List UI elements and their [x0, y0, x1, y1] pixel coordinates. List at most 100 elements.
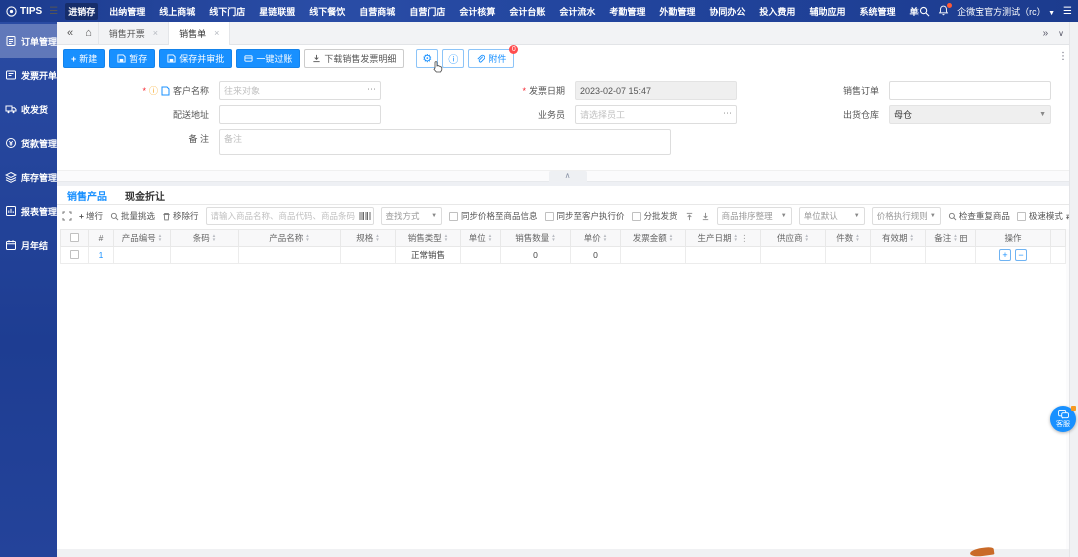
- sync-customer-checkbox[interactable]: 同步至客户执行价: [544, 210, 625, 222]
- topnav-item[interactable]: 会计流水: [556, 3, 598, 20]
- sort-icon[interactable]: ▲ ▼: [603, 234, 607, 243]
- col-header-production-date[interactable]: 生产日期 ▲ ▼ ⋮: [685, 229, 761, 248]
- cell-product-code[interactable]: [113, 246, 171, 265]
- column-menu-icon[interactable]: ⋮: [740, 233, 749, 244]
- cell-price[interactable]: 0: [570, 246, 621, 265]
- sort-icon[interactable]: ▲ ▼: [734, 234, 738, 243]
- salesman-input[interactable]: [575, 105, 737, 124]
- sort-icon[interactable]: ▲ ▼: [158, 234, 162, 243]
- sidebar-item-report-management[interactable]: 报表管理: [0, 194, 57, 228]
- topnav-item[interactable]: 线上商城: [156, 3, 198, 20]
- save-approve-button[interactable]: 保存并审批: [159, 49, 233, 68]
- collapse-form-button[interactable]: ∧: [548, 170, 587, 182]
- notification-bell[interactable]: [938, 2, 953, 18]
- sort-icon[interactable]: ▲ ▼: [444, 234, 448, 243]
- move-top-icon[interactable]: [685, 212, 694, 221]
- topnav-item[interactable]: 星链联盟: [256, 3, 298, 20]
- topnav-item[interactable]: 考勤管理: [606, 3, 648, 20]
- col-header-product-code[interactable]: 产品编号 ▲ ▼: [113, 229, 171, 248]
- col-header-price[interactable]: 单价 ▲ ▼: [570, 229, 621, 248]
- invoice-date-input[interactable]: [575, 81, 737, 100]
- row-checkbox[interactable]: [70, 249, 79, 259]
- col-header-invoice-amount[interactable]: 发票金额 ▲ ▼: [620, 229, 686, 248]
- move-bottom-icon[interactable]: [701, 212, 710, 221]
- salesman-picker-icon[interactable]: ⋯: [723, 108, 733, 119]
- hamburger-icon[interactable]: ☰: [49, 6, 58, 17]
- topnav-item[interactable]: 协同办公: [706, 3, 748, 20]
- topnav-item[interactable]: 出纳管理: [106, 3, 148, 20]
- remark-textarea[interactable]: [219, 129, 671, 155]
- info-button[interactable]: ⓘ: [442, 49, 465, 68]
- barcode-icon[interactable]: [359, 211, 371, 221]
- customer-doc-icon[interactable]: [161, 86, 170, 96]
- page-scrollbar[interactable]: [1069, 22, 1078, 557]
- sidebar-item-order-management[interactable]: 订单管理: [0, 24, 57, 58]
- cell-supplier[interactable]: [760, 246, 826, 265]
- col-header-remark[interactable]: 备注 ▲ ▼: [925, 229, 976, 248]
- sidebar-item-receive-ship[interactable]: 收发货: [0, 92, 57, 126]
- sort-icon[interactable]: ▲ ▼: [488, 234, 492, 243]
- sort-icon[interactable]: ▲ ▼: [551, 234, 555, 243]
- sort-icon[interactable]: ▲ ▼: [910, 234, 914, 243]
- col-header-pieces[interactable]: 件数 ▲ ▼: [825, 229, 871, 248]
- topnav-item[interactable]: 会计核算: [456, 3, 498, 20]
- address-input[interactable]: [219, 105, 381, 124]
- sort-icon[interactable]: ▲ ▼: [805, 234, 809, 243]
- sort-manage-select[interactable]: 商品排序整理 ▼: [716, 207, 792, 226]
- right-hamburger-icon[interactable]: ☰: [1063, 6, 1072, 17]
- col-header-unit[interactable]: 单位 ▲ ▼: [460, 229, 501, 248]
- warehouse-select[interactable]: 母仓 ▼: [889, 105, 1051, 124]
- unit-default-select[interactable]: 单位默认 ▼: [798, 207, 865, 226]
- cell-production-date[interactable]: [685, 246, 761, 265]
- col-header-spec[interactable]: 规格 ▲ ▼: [340, 229, 396, 248]
- col-header-product-name[interactable]: 产品名称 ▲ ▼: [238, 229, 341, 248]
- attachment-button[interactable]: 附件 0: [468, 45, 519, 68]
- search-icon[interactable]: [919, 6, 930, 17]
- grid-settings-icon[interactable]: [959, 234, 967, 242]
- topnav-item[interactable]: 系统管理: [856, 3, 898, 20]
- check-duplicate-button[interactable]: 检查重复商品: [948, 210, 1010, 222]
- batch-ship-checkbox[interactable]: 分批发货: [631, 210, 678, 222]
- home-icon[interactable]: ⌂: [79, 27, 98, 39]
- sort-icon[interactable]: ▲ ▼: [953, 234, 957, 243]
- customer-picker-icon[interactable]: ⋯: [367, 84, 377, 95]
- cell-expiry[interactable]: [870, 246, 926, 265]
- sidebar-item-inventory-management[interactable]: 库存管理: [0, 160, 57, 194]
- topnav-item[interactable]: 会计台账: [506, 3, 548, 20]
- topnav-item[interactable]: 线下门店: [206, 3, 248, 20]
- topnav-item-active[interactable]: 进销存: [65, 2, 99, 20]
- sort-icon[interactable]: ▲ ▼: [375, 234, 379, 243]
- cell-sale-type[interactable]: 正常销售: [395, 246, 461, 265]
- select-all-checkbox[interactable]: [70, 232, 79, 242]
- col-header-sale-type[interactable]: 销售类型 ▲ ▼: [395, 229, 461, 248]
- batch-pick-button[interactable]: 批量挑选: [110, 210, 155, 222]
- new-button[interactable]: + 新建: [63, 49, 106, 68]
- row-add-button[interactable]: +: [999, 249, 1011, 262]
- hold-button[interactable]: 暂存: [109, 49, 156, 68]
- customer-input[interactable]: [219, 81, 381, 100]
- close-icon[interactable]: ×: [153, 28, 158, 38]
- price-rule-select[interactable]: 价格执行规则 ▼: [871, 207, 941, 226]
- topnav-item[interactable]: 线下餐饮: [306, 3, 348, 20]
- col-header-supplier[interactable]: 供应商 ▲ ▼: [760, 229, 826, 248]
- tab-sales-invoicing[interactable]: 销售开票 ×: [97, 21, 168, 45]
- tab-sales-order[interactable]: 销售单 ×: [168, 21, 231, 45]
- collapse-left-icon[interactable]: «: [61, 27, 79, 39]
- cell-pieces[interactable]: [825, 246, 871, 265]
- fullscreen-icon[interactable]: [62, 211, 72, 221]
- row-remove-button[interactable]: −: [1015, 249, 1027, 262]
- more-actions-icon[interactable]: ⋮: [1058, 51, 1068, 62]
- col-header-expiry[interactable]: 有效期 ▲ ▼: [870, 229, 926, 248]
- sort-icon[interactable]: ▲ ▼: [855, 234, 859, 243]
- cell-barcode[interactable]: [170, 246, 239, 265]
- post-button[interactable]: 一键过账: [236, 49, 301, 68]
- download-detail-button[interactable]: 下载销售发票明细: [304, 49, 405, 68]
- customer-service-button[interactable]: 客服: [1050, 406, 1076, 432]
- topnav-item[interactable]: 外勤管理: [656, 3, 698, 20]
- topnav-item[interactable]: 自营商城: [356, 3, 398, 20]
- sales-order-input[interactable]: [889, 81, 1051, 100]
- find-mode-select[interactable]: 查找方式 ▼: [380, 207, 443, 226]
- sort-icon[interactable]: ▲ ▼: [305, 234, 309, 243]
- fast-mode-checkbox[interactable]: 极速模式⇄: [1016, 210, 1073, 222]
- topnav-item[interactable]: 投入费用: [756, 3, 798, 20]
